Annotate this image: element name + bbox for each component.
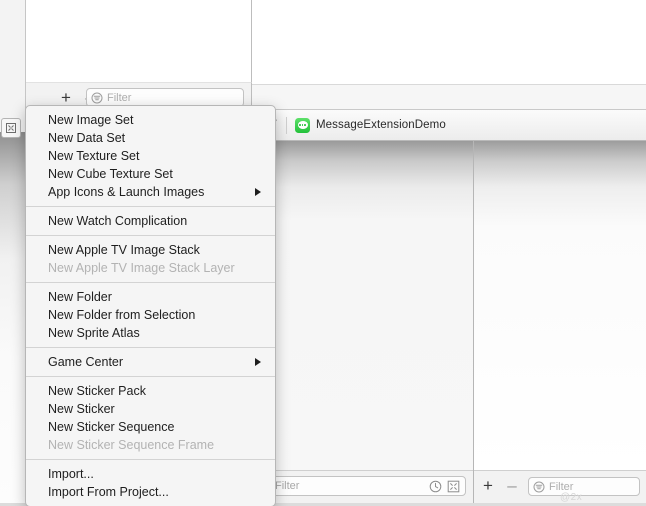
- new-asset-context-menu[interactable]: New Image Set New Data Set New Texture Set…: [25, 105, 276, 506]
- jump-bar: MessageExtensionDemo: [252, 110, 646, 141]
- filter-circle-icon: [91, 92, 103, 104]
- editor-top-blank: [252, 0, 646, 84]
- fit-icon[interactable]: [446, 479, 461, 494]
- menu-item-label: New Texture Set: [48, 149, 140, 163]
- menu-item-label: New Sticker Pack: [48, 384, 146, 398]
- menu-item[interactable]: New Sticker Sequence: [26, 418, 275, 436]
- menu-item[interactable]: Game Center: [26, 353, 275, 371]
- menu-item[interactable]: New Image Set: [26, 111, 275, 129]
- menu-group: New Sticker Pack New Sticker New Sticker S…: [26, 381, 275, 455]
- asset-filter-input[interactable]: Filter: [266, 476, 466, 496]
- editor-pane-divider[interactable]: [473, 141, 474, 506]
- messages-app-icon: [295, 117, 310, 133]
- menu-item-label: Import From Project...: [48, 485, 169, 499]
- breadcrumb-project-name[interactable]: MessageExtensionDemo: [316, 119, 446, 131]
- menu-item[interactable]: New Folder: [26, 288, 275, 306]
- menu-item-label: New Sprite Atlas: [48, 326, 140, 340]
- menu-item[interactable]: New Sticker: [26, 400, 275, 418]
- menu-item[interactable]: New Data Set: [26, 129, 275, 147]
- menu-item[interactable]: New Cube Texture Set: [26, 165, 275, 183]
- menu-item[interactable]: New Sticker Pack: [26, 382, 275, 400]
- app-window: + – Filter MessageExtensionDemo Filt: [0, 0, 646, 506]
- menu-item-label: New Folder: [48, 290, 112, 304]
- menu-separator: [26, 459, 275, 460]
- menu-item-label: New Apple TV Image Stack Layer: [48, 261, 235, 275]
- menu-item-label: New Sticker: [48, 402, 115, 416]
- editor-toolbar-band: [252, 84, 646, 110]
- menu-item[interactable]: Import...: [26, 465, 275, 483]
- filter-circle-icon: [533, 481, 545, 493]
- add-item-button[interactable]: +: [480, 476, 496, 496]
- menu-item[interactable]: New Sprite Atlas: [26, 324, 275, 342]
- menu-item-label: New Data Set: [48, 131, 126, 145]
- menu-item-label: Game Center: [48, 355, 124, 369]
- editor-right-pane: [474, 141, 646, 470]
- menu-item-label: App Icons & Launch Images: [48, 185, 205, 199]
- clock-icon[interactable]: [428, 479, 443, 494]
- menu-item[interactable]: New Watch Complication: [26, 212, 275, 230]
- menu-item-label: New Sticker Sequence: [48, 420, 175, 434]
- menu-group: Game Center: [26, 352, 275, 372]
- inspector-toggle-icon[interactable]: [1, 118, 21, 138]
- asset-filter-placeholder: Filter: [275, 480, 300, 492]
- menu-item: New Sticker Sequence Frame: [26, 436, 275, 454]
- inspector-filter-input[interactable]: Filter: [528, 477, 640, 496]
- menu-group: New Folder New Folder from Selection New S…: [26, 287, 275, 343]
- menu-item-label: Import...: [48, 467, 94, 481]
- menu-item-label: New Watch Complication: [48, 214, 188, 228]
- menu-separator: [26, 282, 275, 283]
- menu-group: New Apple TV Image Stack New Apple TV Ima…: [26, 240, 275, 278]
- menu-group: Import... Import From Project...: [26, 464, 275, 502]
- inspector-filter-placeholder: Filter: [549, 480, 574, 493]
- menu-item-label: New Apple TV Image Stack: [48, 243, 200, 257]
- left-gutter: [0, 0, 26, 132]
- menu-group: New Image Set New Data Set New Texture Set…: [26, 110, 275, 202]
- submenu-arrow-icon: [255, 188, 261, 196]
- menu-item[interactable]: App Icons & Launch Images: [26, 183, 275, 201]
- menu-separator: [26, 376, 275, 377]
- menu-item-label: New Cube Texture Set: [48, 167, 173, 181]
- menu-group: New Watch Complication: [26, 211, 275, 231]
- menu-item: New Apple TV Image Stack Layer: [26, 259, 275, 277]
- submenu-arrow-icon: [255, 358, 261, 366]
- menu-separator: [26, 206, 275, 207]
- menu-item-label: New Sticker Sequence Frame: [48, 438, 215, 452]
- editor-left-pane: [252, 141, 473, 470]
- navigator-pane: [26, 0, 252, 82]
- scale-ghost-label: @2x: [560, 492, 583, 503]
- remove-item-button[interactable]: –: [504, 476, 520, 496]
- menu-item[interactable]: New Apple TV Image Stack: [26, 241, 275, 259]
- menu-item-label: New Folder from Selection: [48, 308, 196, 322]
- menu-item[interactable]: Import From Project...: [26, 483, 275, 501]
- menu-item-label: New Image Set: [48, 113, 134, 127]
- menu-separator: [26, 347, 275, 348]
- menu-item[interactable]: New Folder from Selection: [26, 306, 275, 324]
- menu-separator: [26, 235, 275, 236]
- left-gutter-shadow: [0, 132, 26, 506]
- navigator-filter-placeholder: Filter: [107, 91, 132, 104]
- jump-bar-divider: [286, 116, 287, 134]
- menu-item[interactable]: New Texture Set: [26, 147, 275, 165]
